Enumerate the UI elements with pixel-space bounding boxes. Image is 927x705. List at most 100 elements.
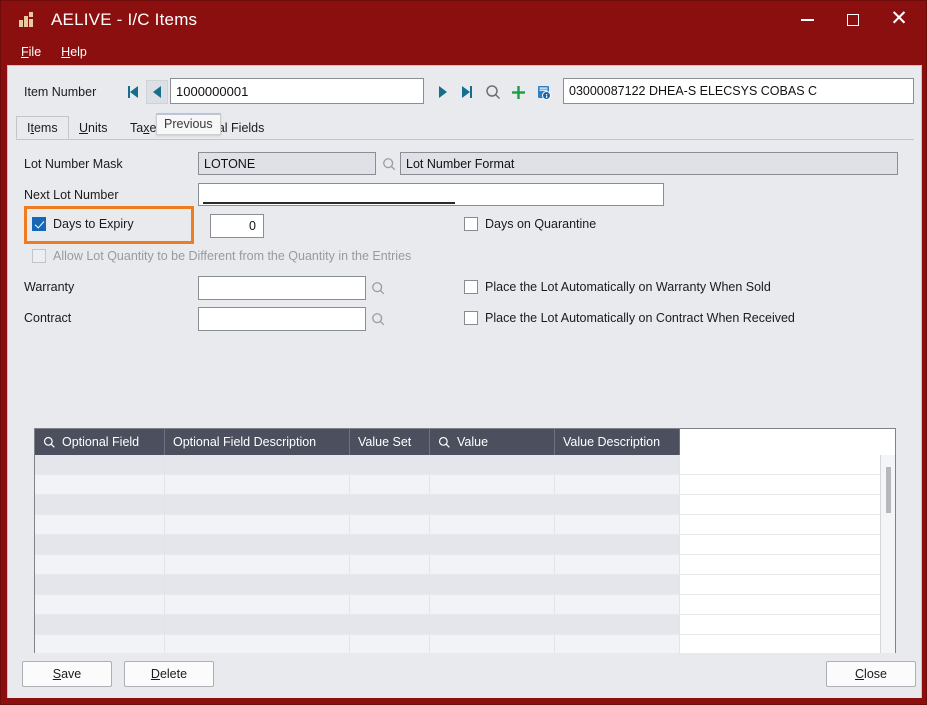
item-number-input[interactable]	[170, 78, 424, 104]
table-cell[interactable]	[555, 575, 680, 595]
table-cell[interactable]	[555, 635, 680, 655]
table-cell[interactable]	[165, 495, 350, 515]
warranty-auto-checkbox[interactable]: Place the Lot Automatically on Warranty …	[464, 280, 771, 294]
table-cell[interactable]	[555, 595, 680, 615]
table-cell[interactable]	[430, 475, 555, 495]
table-cell[interactable]	[165, 635, 350, 655]
contract-finder-button[interactable]	[369, 310, 387, 328]
table-row[interactable]	[35, 475, 895, 495]
grid-scrollbar-thumb[interactable]	[886, 467, 891, 513]
table-cell[interactable]	[430, 555, 555, 575]
table-cell[interactable]	[35, 555, 165, 575]
table-cell[interactable]	[165, 475, 350, 495]
maximize-button[interactable]	[830, 1, 876, 39]
lot-number-mask-finder-button[interactable]	[380, 155, 398, 173]
table-cell[interactable]	[555, 475, 680, 495]
table-row[interactable]	[35, 575, 895, 595]
grid-col-value[interactable]: Value	[430, 429, 555, 455]
next-record-button[interactable]	[432, 80, 454, 104]
grid-vertical-scrollbar[interactable]	[880, 455, 895, 681]
table-cell[interactable]	[350, 455, 430, 475]
table-cell[interactable]	[555, 495, 680, 515]
table-cell[interactable]	[165, 515, 350, 535]
table-cell[interactable]	[350, 615, 430, 635]
item-description-input[interactable]	[563, 78, 914, 104]
table-cell[interactable]	[430, 615, 555, 635]
table-cell[interactable]	[35, 535, 165, 555]
close-window-button[interactable]: ✕	[876, 1, 922, 41]
table-cell[interactable]	[555, 455, 680, 475]
contract-input[interactable]	[198, 307, 366, 331]
title-bar[interactable]: AELIVE - I/C Items ✕	[1, 1, 926, 41]
new-record-button[interactable]	[507, 81, 529, 103]
table-cell[interactable]	[350, 575, 430, 595]
tab-units[interactable]: Units	[69, 116, 117, 139]
table-cell[interactable]	[350, 595, 430, 615]
table-cell[interactable]	[430, 455, 555, 475]
previous-record-button[interactable]	[146, 80, 168, 104]
table-row[interactable]	[35, 515, 895, 535]
table-cell[interactable]	[430, 535, 555, 555]
table-cell[interactable]	[430, 495, 555, 515]
table-row[interactable]	[35, 495, 895, 515]
table-cell[interactable]	[555, 535, 680, 555]
table-cell[interactable]	[165, 555, 350, 575]
first-record-button[interactable]	[122, 80, 144, 104]
tab-items[interactable]: It ems	[16, 116, 69, 139]
contract-auto-checkbox[interactable]: Place the Lot Automatically on Contract …	[464, 311, 795, 325]
table-cell[interactable]	[35, 515, 165, 535]
minimize-button[interactable]	[784, 1, 830, 39]
table-cell[interactable]	[35, 455, 165, 475]
table-row[interactable]	[35, 555, 895, 575]
find-button[interactable]	[482, 81, 504, 103]
table-cell[interactable]	[555, 555, 680, 575]
menu-item-file[interactable]: File	[11, 43, 51, 61]
table-cell[interactable]	[35, 615, 165, 635]
warranty-finder-button[interactable]	[369, 279, 387, 297]
table-row[interactable]	[35, 455, 895, 475]
table-cell[interactable]	[165, 615, 350, 635]
save-button[interactable]: Save	[22, 661, 112, 687]
detail-info-button[interactable]	[532, 81, 554, 103]
close-button[interactable]: Close	[826, 661, 916, 687]
table-cell[interactable]	[430, 595, 555, 615]
table-cell[interactable]	[35, 575, 165, 595]
table-cell[interactable]	[35, 635, 165, 655]
table-cell[interactable]	[430, 635, 555, 655]
table-cell[interactable]	[165, 595, 350, 615]
table-cell[interactable]	[430, 575, 555, 595]
last-record-button[interactable]	[456, 80, 478, 104]
grid-col-value-set[interactable]: Value Set	[350, 429, 430, 455]
table-cell[interactable]	[165, 455, 350, 475]
days-to-expiry-value-input[interactable]	[210, 214, 264, 238]
warranty-auto-checkbox-box[interactable]	[464, 280, 478, 294]
days-on-quarantine-checkbox[interactable]: Days on Quarantine	[464, 217, 596, 231]
allow-lot-quantity-checkbox[interactable]: Allow Lot Quantity to be Different from …	[32, 249, 411, 263]
table-cell[interactable]	[35, 495, 165, 515]
table-cell[interactable]	[35, 475, 165, 495]
table-cell[interactable]	[350, 515, 430, 535]
menu-item-help[interactable]: Help	[51, 43, 97, 61]
table-row[interactable]	[35, 615, 895, 635]
table-cell[interactable]	[555, 615, 680, 635]
days-on-quarantine-checkbox-box[interactable]	[464, 217, 478, 231]
table-cell[interactable]	[35, 595, 165, 615]
table-row[interactable]	[35, 635, 895, 655]
warranty-input[interactable]	[198, 276, 366, 300]
table-row[interactable]	[35, 595, 895, 615]
table-row[interactable]	[35, 535, 895, 555]
table-cell[interactable]	[165, 575, 350, 595]
delete-button[interactable]: Delete	[124, 661, 214, 687]
table-cell[interactable]	[350, 475, 430, 495]
days-to-expiry-checkbox[interactable]: Days to Expiry	[32, 217, 134, 231]
contract-auto-checkbox-box[interactable]	[464, 311, 478, 325]
allow-lot-quantity-checkbox-box[interactable]	[32, 249, 46, 263]
days-to-expiry-checkbox-box[interactable]	[32, 217, 46, 231]
grid-col-optional-field-description[interactable]: Optional Field Description	[165, 429, 350, 455]
table-cell[interactable]	[350, 495, 430, 515]
lot-number-format-input[interactable]	[400, 152, 898, 175]
table-cell[interactable]	[165, 535, 350, 555]
table-cell[interactable]	[350, 635, 430, 655]
table-cell[interactable]	[555, 515, 680, 535]
grid-col-optional-field[interactable]: Optional Field	[35, 429, 165, 455]
